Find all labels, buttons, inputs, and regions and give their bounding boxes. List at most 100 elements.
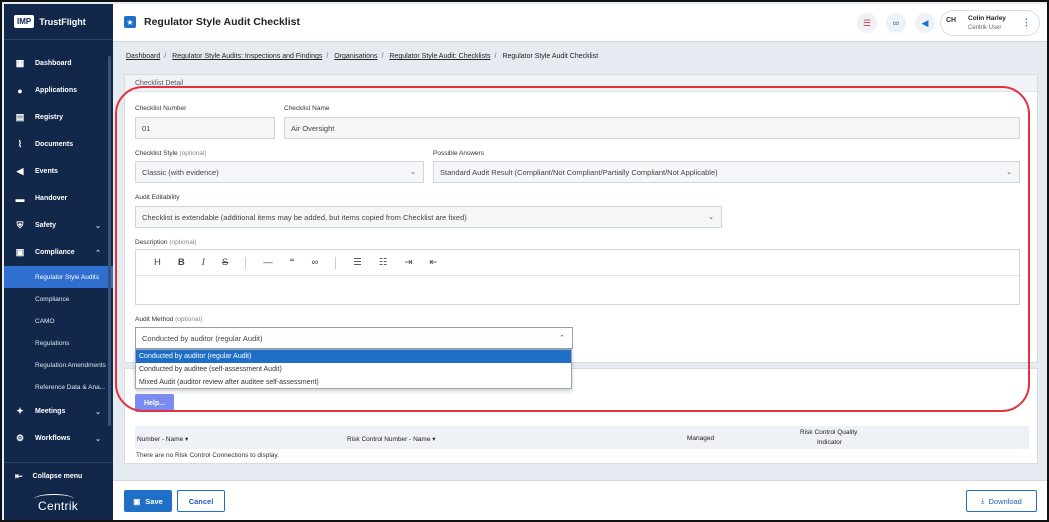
sidebar-subitem-compliance[interactable]: Compliance [4,288,113,310]
sidebar-item-safety[interactable]: ⛨ Safety ⌄ [4,212,113,239]
checklist-number-field[interactable]: 01 [135,117,275,139]
announcement-icon[interactable]: ◀ [915,13,935,33]
outdent-icon[interactable]: ⇤ [429,257,437,268]
sidebar-item-label: Handover [35,195,68,202]
sidebar-item-label: Compliance [35,249,75,256]
sidebar-subitem-reference-data[interactable]: Reference Data & Ana... [4,376,113,398]
column-risk-control-number-name[interactable]: Risk Control Number - Name ▾ [347,435,436,443]
avatar: CH [946,17,957,24]
checklist-number-label: Checklist Number [135,105,187,112]
breadcrumb-organisations[interactable]: Organisations [334,53,377,60]
cancel-button[interactable]: Cancel [177,490,225,512]
chevron-up-icon: ⌃ [559,335,565,342]
checklist-app-icon: ★ [124,16,136,28]
audit-method-option[interactable]: Conducted by auditee (self-assessment Au… [136,363,571,376]
editor-toolbar: H B I S — “ ∞ ☰ ☷ ⇥ ⇤ [136,250,1019,276]
sidebar: IMP TrustFlight ▦ Dashboard ● Applications… [4,4,113,520]
dashboard-icon: ▦ [15,58,25,68]
sidebar-item-dashboard[interactable]: ▦ Dashboard [4,50,113,77]
app-window: IMP TrustFlight ▦ Dashboard ● Applications… [0,0,1049,522]
italic-icon[interactable]: I [202,258,205,268]
meetings-icon: ✦ [16,406,24,416]
sidebar-item-events[interactable]: ◀ Events [4,158,113,185]
audit-method-select[interactable]: Conducted by auditor (regular Audit) ⌃ [135,327,573,349]
more-options-icon[interactable]: ⋮ [1022,17,1031,28]
panel-title: Checklist Detail [125,75,1037,92]
save-icon: ▣ [133,496,141,506]
centrik-logo: Centrik [34,494,78,513]
sidebar-item-workflows[interactable]: ⚙ Workflows ⌄ [4,425,113,452]
quote-icon[interactable]: “ [290,257,295,268]
chevron-down-icon: ⌄ [95,222,101,230]
bullet-list-icon[interactable]: ☰ [353,257,362,268]
sidebar-subitem-regulations[interactable]: Regulations [4,332,113,354]
collapse-menu-button[interactable]: ⇤ Collapse menu [4,463,113,489]
save-button[interactable]: ▣ Save [124,490,172,512]
logo-badge: IMP [14,15,35,28]
user-name: Colin Harley [968,15,1006,22]
sidebar-item-meetings[interactable]: ✦ Meetings ⌄ [4,398,113,425]
audit-editability-label: Audit Editability [135,194,180,201]
audit-method-option[interactable]: Mixed Audit (auditor review after audite… [136,376,571,389]
column-number-name[interactable]: Number - Name ▾ [137,435,188,443]
risk-control-table-header: Number - Name ▾ Risk Control Number - Na… [135,426,1029,449]
sidebar-item-registry[interactable]: ▤ Registry [4,104,113,131]
sidebar-item-label: Events [35,168,58,175]
user-role: Centrik User [968,25,1002,31]
audit-method-option[interactable]: Conducted by auditor (regular Audit) [136,350,571,363]
sidebar-item-label: Meetings [35,408,66,415]
link-icon[interactable]: ∞ [886,13,906,33]
download-button[interactable]: ⤓ Download [966,490,1037,512]
numbered-list-icon[interactable]: ☷ [379,257,388,268]
column-risk-control-quality[interactable]: Risk Control Quality [800,429,857,436]
handover-icon: ▬ [15,193,25,204]
breadcrumb: Dashboard / Regulator Style Audits: Inspe… [126,53,599,60]
breadcrumb-dashboard[interactable]: Dashboard [126,53,160,60]
strikethrough-icon[interactable]: S [222,257,228,268]
audit-editability-select[interactable]: Checklist is extendable (additional item… [135,206,722,228]
heading-icon[interactable]: H [154,257,161,268]
sidebar-item-handover[interactable]: ▬ Handover [4,185,113,212]
column-indicator[interactable]: Indicator [817,439,842,446]
horizontal-rule-icon[interactable]: — [263,257,273,268]
breadcrumb-audits[interactable]: Regulator Style Audits: Inspections and … [172,53,322,60]
registry-icon: ▤ [15,112,25,122]
checklist-name-label: Checklist Name [284,105,330,112]
sidebar-item-label: Dashboard [35,60,72,67]
download-icon: ⤓ [981,496,985,505]
audit-method-label: Audit Method (optional) [135,316,203,323]
link-icon[interactable]: ∞ [312,257,319,268]
breadcrumb-checklists[interactable]: Regulator Style Audit: Checklists [389,53,490,60]
chevron-down-icon: ⌄ [95,408,101,416]
description-editor[interactable]: H B I S — “ ∞ ☰ ☷ ⇥ ⇤ [135,249,1020,305]
column-managed[interactable]: Managed [687,435,714,442]
chevron-down-icon: ⌄ [95,435,101,443]
checklist-name-field[interactable]: Air Oversight [284,117,1020,139]
sidebar-subitem-camo[interactable]: CAMO [4,310,113,332]
sidebar-subitem-regulator-style-audits[interactable]: Regulator Style Audits [4,266,113,288]
sidebar-item-compliance[interactable]: ▣ Compliance ⌃ [4,239,113,266]
sidebar-footer: ⇤ Collapse menu Centrik [4,462,113,520]
bold-icon[interactable]: B [178,257,185,268]
sidebar-item-applications[interactable]: ● Applications [4,77,113,104]
database-icon[interactable]: ☰ [857,13,877,33]
compliance-icon: ▣ [15,247,25,257]
sidebar-subitem-regulation-amendments[interactable]: Regulation Amendments [4,354,113,376]
sidebar-item-documents[interactable]: ⌇ Documents [4,131,113,158]
app-logo[interactable]: IMP TrustFlight [4,4,113,40]
top-bar: ★ Regulator Style Audit Checklist ☰ ∞ ◀ … [113,4,1047,42]
sidebar-scrollbar[interactable] [108,56,111,426]
possible-answers-select[interactable]: Standard Audit Result (Compliant/Not Com… [433,161,1020,183]
safety-icon: ⛨ [16,220,24,230]
possible-answers-label: Possible Answers [433,150,484,157]
checklist-style-select[interactable]: Classic (with evidence) ⌄ [135,161,424,183]
sidebar-item-label: Safety [35,222,57,229]
collapse-menu-label: Collapse menu [32,472,83,480]
chevron-up-icon: ⌃ [95,249,101,257]
sidebar-item-label: Applications [35,87,78,94]
description-label: Description (optional) [135,239,197,246]
user-menu[interactable]: CH Colin Harley Centrik User ⋮ [940,10,1040,36]
help-button[interactable]: Help... [135,394,174,412]
applications-icon: ● [17,85,23,96]
indent-icon[interactable]: ⇥ [404,257,412,268]
